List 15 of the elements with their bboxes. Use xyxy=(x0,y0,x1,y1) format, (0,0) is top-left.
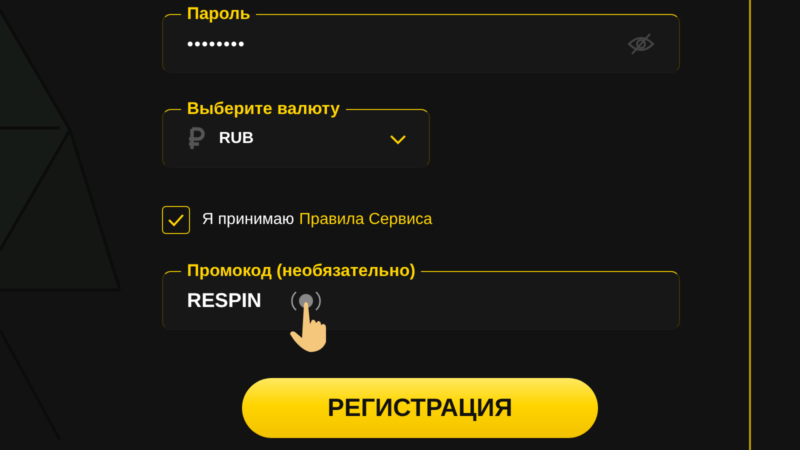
checkbox[interactable] xyxy=(162,206,190,234)
field-value: •••••••• xyxy=(187,34,246,54)
ruble-icon xyxy=(187,127,205,151)
password-field[interactable]: Пароль •••••••• xyxy=(162,4,680,73)
field-value: RUB xyxy=(219,130,255,148)
currency-select[interactable]: Выберите валюту RUB xyxy=(162,99,430,168)
field-label: Промокод (необязательно) xyxy=(187,261,416,281)
field-label: Пароль xyxy=(187,4,250,24)
terms-text: Я принимаю xyxy=(202,211,294,229)
register-button[interactable]: РЕГИСТРАЦИЯ xyxy=(242,378,598,438)
checkmark-icon xyxy=(167,212,185,228)
field-label: Выберите валюту xyxy=(187,99,340,119)
promo-code-field[interactable]: Промокод (необязательно) RESPIN xyxy=(162,261,680,330)
field-value: RESPIN xyxy=(187,290,262,312)
terms-link[interactable]: Правила Сервиса xyxy=(299,211,432,229)
